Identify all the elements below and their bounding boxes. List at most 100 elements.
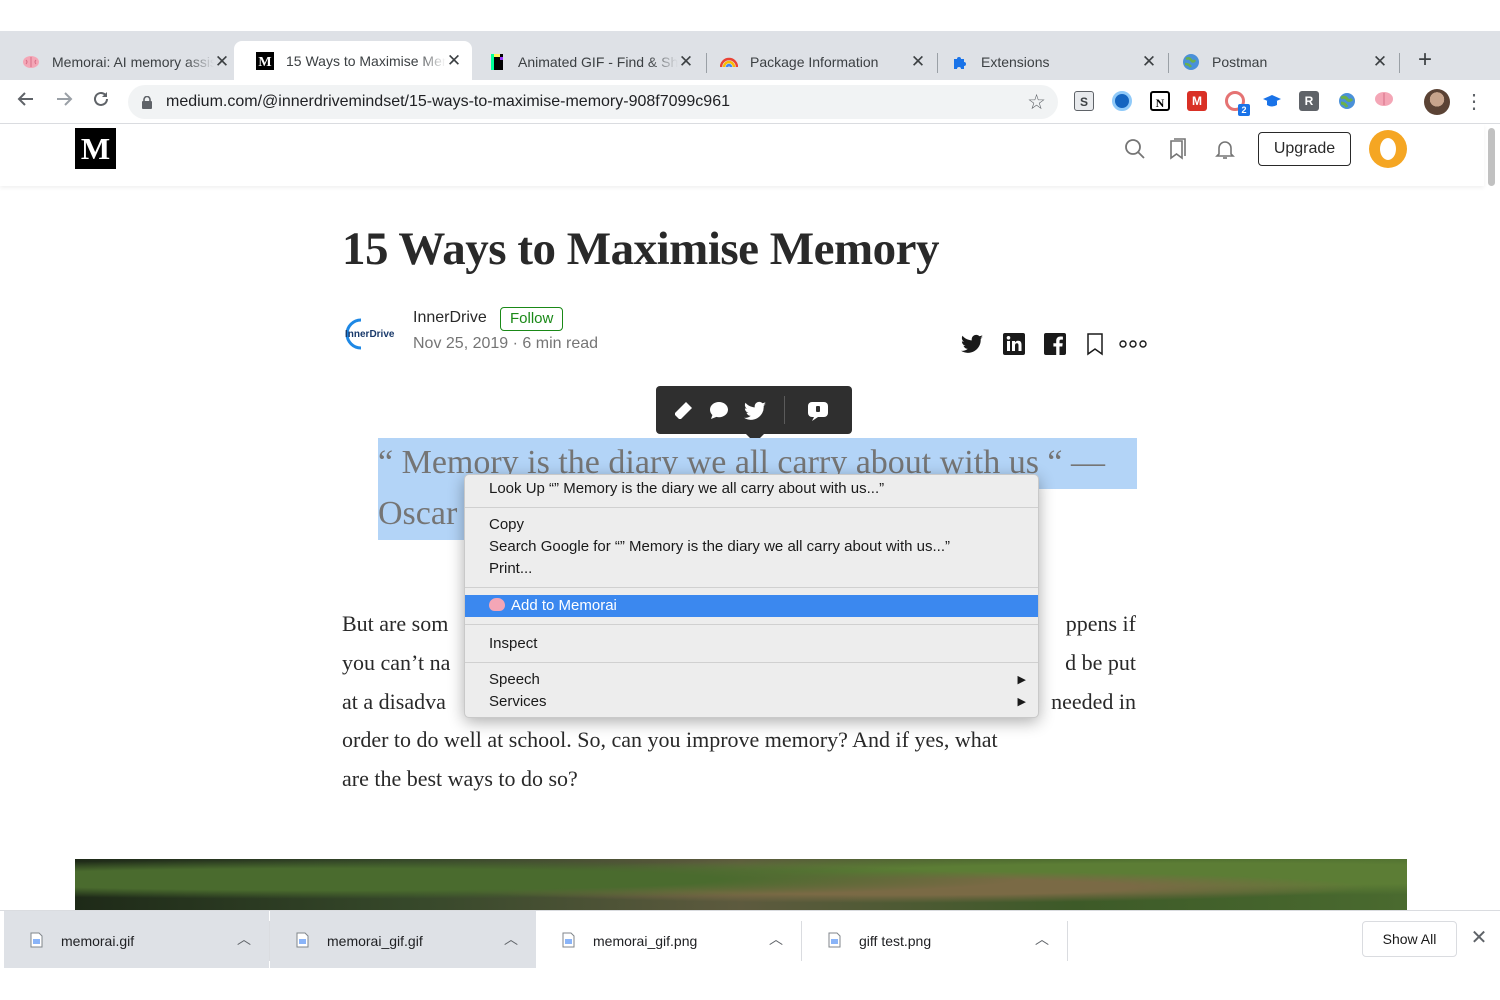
tweet-icon[interactable] bbox=[742, 398, 768, 424]
s-extension-icon[interactable]: S bbox=[1074, 91, 1094, 111]
private-note-icon[interactable] bbox=[805, 398, 831, 424]
context-menu: Look Up “” Memory is the diary we all ca… bbox=[464, 474, 1039, 718]
tab-medium-article[interactable]: M 15 Ways to Maximise Memory ✕ bbox=[234, 41, 472, 80]
download-item[interactable]: giff test.png ︿ bbox=[802, 911, 1067, 968]
chevron-up-icon[interactable]: ︿ bbox=[504, 929, 518, 949]
tab-extensions[interactable]: Extensions ✕ bbox=[929, 43, 1167, 80]
medium-icon: M bbox=[256, 51, 274, 70]
arrow-right-icon bbox=[57, 92, 73, 106]
back-button[interactable] bbox=[14, 90, 38, 114]
bell-icon[interactable] bbox=[1212, 136, 1238, 162]
menu-separator bbox=[465, 507, 1038, 508]
file-icon bbox=[828, 932, 841, 948]
hero-image bbox=[75, 859, 1407, 910]
download-item[interactable]: memorai_gif.gif ︿ bbox=[270, 911, 536, 968]
highlight-pen-icon[interactable] bbox=[670, 398, 696, 424]
chevron-up-icon[interactable]: ︿ bbox=[769, 929, 783, 949]
twitter-icon[interactable] bbox=[959, 331, 985, 357]
scrollbar-thumb[interactable] bbox=[1488, 128, 1495, 186]
tab-title: Extensions bbox=[981, 53, 1050, 70]
tab-package-information[interactable]: Package Information ✕ bbox=[698, 43, 936, 80]
download-item[interactable]: memorai.gif ︿ bbox=[4, 911, 269, 968]
close-icon[interactable]: ✕ bbox=[1372, 52, 1388, 72]
comment-icon[interactable] bbox=[706, 398, 732, 424]
tab-title: Postman bbox=[1212, 53, 1268, 70]
paragraph-line: needed in bbox=[1051, 689, 1136, 714]
more-options-icon[interactable] bbox=[1118, 331, 1148, 357]
close-icon[interactable]: ✕ bbox=[446, 51, 462, 71]
chevron-up-icon[interactable]: ︿ bbox=[1035, 929, 1049, 949]
tab-title: Animated GIF - Find & Share bbox=[518, 53, 678, 70]
notion-icon[interactable]: N bbox=[1150, 91, 1170, 111]
extension-badge: 2 bbox=[1238, 104, 1250, 116]
tab-divider bbox=[1399, 53, 1400, 73]
tab-postman[interactable]: Postman ✕ bbox=[1160, 43, 1398, 80]
facebook-icon[interactable] bbox=[1042, 331, 1068, 357]
file-icon bbox=[30, 932, 43, 948]
follow-button[interactable]: Follow bbox=[500, 307, 564, 331]
globe-extension-icon[interactable] bbox=[1337, 91, 1357, 111]
downloads-bar: memorai.gif ︿ memorai_gif.gif ︿ memorai_… bbox=[0, 910, 1500, 968]
article-meta: Nov 25, 2019 · 6 min read bbox=[413, 335, 598, 353]
target-extension-icon[interactable]: 2 bbox=[1225, 91, 1250, 116]
menu-item-look-up[interactable]: Look Up “” Memory is the diary we all ca… bbox=[465, 478, 1038, 500]
chevron-up-icon[interactable]: ︿ bbox=[237, 929, 251, 949]
puzzle-icon bbox=[951, 53, 969, 71]
r-extension-icon[interactable]: R bbox=[1299, 91, 1319, 111]
profile-avatar[interactable] bbox=[1424, 89, 1450, 115]
read-time: 6 min read bbox=[522, 335, 599, 352]
pull-quote-line[interactable]: Oscar bbox=[378, 489, 457, 539]
medium-page: M Upgrade 15 Ways to Maximise Memory Inn… bbox=[0, 124, 1500, 910]
bookmarks-icon[interactable] bbox=[1165, 136, 1191, 162]
paragraph-line: are the best ways to do so? bbox=[342, 766, 578, 791]
menu-item-label: Add to Memorai bbox=[511, 597, 617, 614]
menu-item-add-to-memorai[interactable]: Add to Memorai bbox=[465, 595, 1038, 617]
close-icon[interactable]: ✕ bbox=[910, 52, 926, 72]
tab-title: 15 Ways to Maximise Memory bbox=[286, 52, 446, 69]
menu-item-print[interactable]: Print... bbox=[465, 558, 1038, 580]
download-divider bbox=[1067, 921, 1068, 961]
menu-item-inspect[interactable]: Inspect bbox=[465, 633, 1038, 655]
medium-logo[interactable]: M bbox=[75, 128, 116, 169]
bookmark-icon[interactable] bbox=[1082, 331, 1108, 357]
close-icon[interactable]: ✕ bbox=[678, 52, 694, 72]
menu-item-copy[interactable]: Copy bbox=[465, 514, 1038, 536]
reload-icon bbox=[94, 91, 108, 106]
browser-toolbar: medium.com/@innerdrivemindset/15-ways-to… bbox=[0, 80, 1500, 124]
brain-extension-icon[interactable] bbox=[1374, 91, 1394, 111]
address-bar[interactable]: medium.com/@innerdrivemindset/15-ways-to… bbox=[128, 85, 1058, 119]
new-tab-button[interactable]: + bbox=[1412, 47, 1438, 73]
toolbar-divider bbox=[784, 396, 785, 424]
linkedin-icon[interactable] bbox=[1001, 331, 1027, 357]
search-icon[interactable] bbox=[1122, 136, 1148, 162]
tab-title: Package Information bbox=[750, 53, 879, 70]
show-all-button[interactable]: Show All bbox=[1362, 921, 1457, 957]
cap-extension-icon[interactable] bbox=[1262, 91, 1282, 111]
forward-button[interactable] bbox=[52, 90, 76, 114]
reload-button[interactable] bbox=[89, 90, 113, 114]
bookmark-star-icon[interactable]: ☆ bbox=[1027, 90, 1046, 115]
close-icon[interactable]: ✕ bbox=[1468, 927, 1490, 949]
menu-item-speech[interactable]: Speech ▶ bbox=[465, 669, 1038, 691]
menu-item-services[interactable]: Services ▶ bbox=[465, 691, 1038, 713]
c-extension-icon[interactable] bbox=[1112, 91, 1132, 111]
menu-separator bbox=[465, 624, 1038, 625]
submenu-arrow-icon: ▶ bbox=[1017, 674, 1026, 686]
upgrade-button[interactable]: Upgrade bbox=[1258, 132, 1351, 166]
tab-giphy[interactable]: Animated GIF - Find & Share ✕ bbox=[466, 43, 704, 80]
paragraph-line: you can’t na bbox=[342, 650, 451, 675]
lock-icon bbox=[142, 96, 152, 109]
close-icon[interactable]: ✕ bbox=[214, 52, 230, 72]
red-extension-icon[interactable]: M bbox=[1187, 91, 1207, 111]
tab-memorai[interactable]: Memorai: AI memory assistant ✕ bbox=[0, 43, 240, 80]
globe-icon bbox=[1182, 53, 1200, 71]
author-name[interactable]: InnerDrive bbox=[413, 309, 487, 327]
more-menu-icon[interactable]: ⋮ bbox=[1464, 89, 1484, 115]
menu-separator bbox=[465, 587, 1038, 588]
author-logo[interactable]: InnerDrive bbox=[343, 314, 401, 354]
arrow-left-icon bbox=[17, 92, 33, 106]
user-avatar[interactable] bbox=[1369, 130, 1407, 168]
download-item[interactable]: memorai_gif.png ︿ bbox=[536, 911, 801, 968]
close-icon[interactable]: ✕ bbox=[1141, 52, 1157, 72]
menu-item-search-google[interactable]: Search Google for “” Memory is the diary… bbox=[465, 536, 1038, 558]
